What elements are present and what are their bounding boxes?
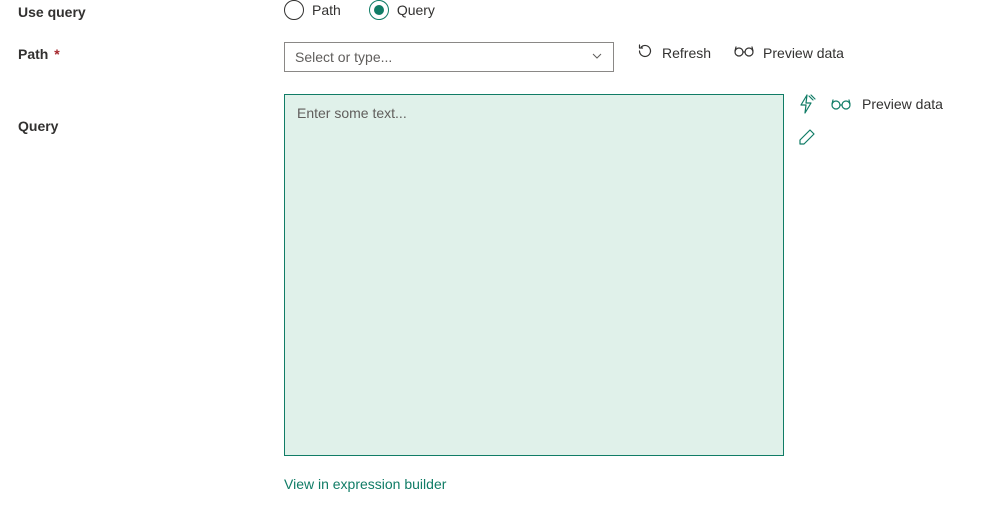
- refresh-label: Refresh: [662, 45, 711, 61]
- label-path-text: Path: [18, 46, 48, 62]
- row-path: Path * Select or type... Refresh: [18, 42, 963, 72]
- radio-path-label: Path: [312, 2, 341, 18]
- query-side-row-1: Preview data: [798, 94, 943, 114]
- path-action-row: Refresh Preview data: [636, 42, 844, 63]
- lightning-icon[interactable]: [798, 94, 816, 114]
- query-controls: Enter some text... Preview data: [284, 94, 963, 492]
- path-select-placeholder: Select or type...: [295, 49, 392, 65]
- required-asterisk: *: [54, 46, 59, 62]
- use-query-controls: Path Query: [284, 0, 963, 20]
- radio-query-label: Query: [397, 2, 435, 18]
- refresh-button[interactable]: Refresh: [636, 42, 711, 63]
- path-controls: Select or type... Refresh Preview data: [284, 42, 963, 72]
- chevron-down-icon: [591, 49, 603, 65]
- radio-dot-icon: [374, 5, 384, 15]
- use-query-radio-group: Path Query: [284, 0, 435, 20]
- query-side-controls: Preview data: [798, 94, 943, 146]
- preview-data-label: Preview data: [763, 45, 844, 61]
- row-use-query: Use query Path Query: [18, 0, 963, 20]
- form: Use query Path Query Path * Select or ty…: [0, 0, 981, 510]
- refresh-icon: [636, 42, 654, 63]
- view-expression-builder-link[interactable]: View in expression builder: [284, 476, 446, 492]
- query-textarea[interactable]: Enter some text...: [284, 94, 784, 456]
- query-wrap: Enter some text... Preview data: [284, 94, 943, 456]
- preview-data-button[interactable]: Preview data: [733, 44, 844, 61]
- query-placeholder: Enter some text...: [297, 105, 407, 121]
- preview-data-button-2[interactable]: Preview data: [862, 96, 943, 112]
- label-query-text: Query: [18, 118, 58, 134]
- glasses-icon[interactable]: [830, 97, 852, 111]
- radio-circle-icon: [369, 0, 389, 20]
- glasses-icon: [733, 44, 755, 61]
- path-select[interactable]: Select or type...: [284, 42, 614, 72]
- label-use-query: Use query: [18, 0, 284, 20]
- view-expression-builder-label: View in expression builder: [284, 476, 446, 492]
- edit-icon[interactable]: [798, 128, 816, 146]
- radio-query[interactable]: Query: [369, 0, 435, 20]
- label-use-query-text: Use query: [18, 4, 86, 20]
- radio-circle-icon: [284, 0, 304, 20]
- query-side-row-2: [798, 128, 816, 146]
- row-query: Query Enter some text... P: [18, 94, 963, 492]
- label-path: Path *: [18, 42, 284, 62]
- radio-path[interactable]: Path: [284, 0, 341, 20]
- label-query: Query: [18, 94, 284, 134]
- preview-data-label-2: Preview data: [862, 96, 943, 112]
